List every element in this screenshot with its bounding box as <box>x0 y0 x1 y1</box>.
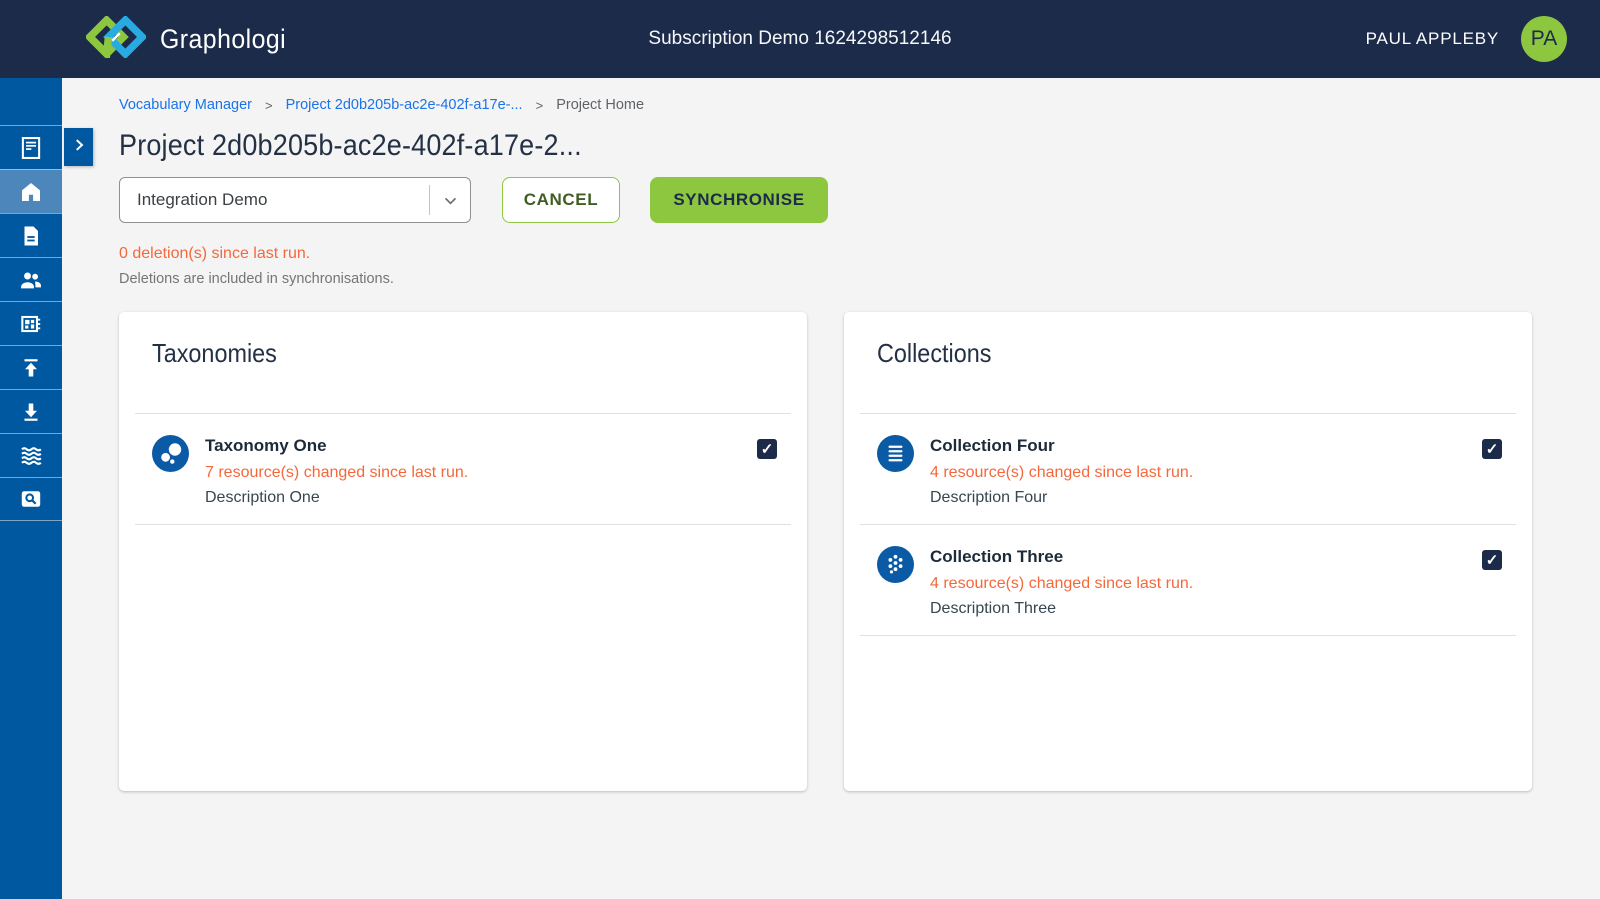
people-icon <box>18 267 44 293</box>
collections-card: Collections Collection Four 4 resource(s… <box>844 312 1532 791</box>
main-content: Vocabulary Manager > Project 2d0b205b-ac… <box>62 78 1600 899</box>
item-status: 4 resource(s) changed since last run. <box>930 464 1194 481</box>
sidebar-item-people[interactable] <box>0 257 62 301</box>
list-item-collection-three[interactable]: Collection Three 4 resource(s) changed s… <box>844 525 1532 635</box>
search-icon <box>18 486 44 512</box>
sidebar-item-home[interactable] <box>0 169 62 213</box>
lines-icon <box>877 435 914 472</box>
item-description: Description One <box>205 489 320 506</box>
taxonomies-card: Taxonomies Taxonomy One 7 resource(s) ch… <box>119 312 807 791</box>
item-checkbox[interactable] <box>757 439 777 459</box>
document-icon <box>19 224 43 248</box>
deletions-notice: 0 deletion(s) since last run. <box>119 245 311 262</box>
item-checkbox[interactable] <box>1482 550 1502 570</box>
top-bar: Graphologi Subscription Demo 16242985121… <box>0 0 1600 78</box>
chevron-down-icon <box>430 192 470 209</box>
sidebar-item-board[interactable] <box>0 301 62 345</box>
list-item-collection-four[interactable]: Collection Four 4 resource(s) changed si… <box>844 414 1532 524</box>
sidebar-item-upload[interactable] <box>0 345 62 389</box>
waves-icon <box>18 442 45 469</box>
divider <box>135 524 791 525</box>
item-name: Taxonomy One <box>205 436 327 455</box>
user-name[interactable]: PAUL APPLEBY <box>1366 29 1499 49</box>
breadcrumb-separator: > <box>535 97 544 113</box>
item-name: Collection Three <box>930 547 1064 566</box>
upload-icon <box>19 356 43 380</box>
taxonomies-card-title: Taxonomies <box>152 338 277 368</box>
integration-select-value: Integration Demo <box>137 190 268 209</box>
item-description: Description Four <box>930 489 1048 506</box>
breadcrumb-project[interactable]: Project 2d0b205b-ac2e-402f-a17e-... <box>286 97 523 113</box>
divider <box>860 635 1516 636</box>
sidebar <box>0 78 62 899</box>
cards-row: Taxonomies Taxonomy One 7 resource(s) ch… <box>119 312 1532 791</box>
app-window: Graphologi Subscription Demo 16242985121… <box>0 0 1600 899</box>
controls-row: Integration Demo CANCEL SYNCHRONISE <box>119 177 1532 223</box>
list-item-taxonomy-one[interactable]: Taxonomy One 7 resource(s) changed since… <box>119 414 807 524</box>
item-status: 4 resource(s) changed since last run. <box>930 575 1194 592</box>
breadcrumb-vocabulary-manager[interactable]: Vocabulary Manager <box>119 97 252 113</box>
deletions-subtext: Deletions are included in synchronisatio… <box>119 271 394 287</box>
board-icon <box>18 311 44 337</box>
page-title: Project 2d0b205b-ac2e-402f-a17e-2... <box>119 129 582 162</box>
breadcrumb-project-home: Project Home <box>556 97 645 113</box>
brand-name: Graphologi <box>160 23 287 54</box>
avatar[interactable]: PA <box>1521 16 1567 62</box>
home-icon <box>19 180 43 204</box>
sidebar-item-vocabularies[interactable] <box>0 125 62 169</box>
download-icon <box>19 400 43 424</box>
sidebar-item-download[interactable] <box>0 389 62 433</box>
item-checkbox[interactable] <box>1482 439 1502 459</box>
breadcrumb-separator: > <box>265 97 273 113</box>
sidebar-item-search[interactable] <box>0 477 62 521</box>
synchronise-button[interactable]: SYNCHRONISE <box>650 177 828 223</box>
integration-select[interactable]: Integration Demo <box>119 177 471 223</box>
item-description: Description Three <box>930 600 1056 617</box>
brand-logo[interactable]: Graphologi <box>84 14 297 63</box>
graphologi-logo-icon <box>84 14 148 63</box>
item-status: 7 resource(s) changed since last run. <box>205 464 469 481</box>
bubbles-icon <box>152 435 189 472</box>
sidebar-item-documents[interactable] <box>0 213 62 257</box>
sidebar-item-waves[interactable] <box>0 433 62 477</box>
journal-icon <box>18 135 44 161</box>
dots-icon <box>877 546 914 583</box>
breadcrumb: Vocabulary Manager > Project 2d0b205b-ac… <box>119 97 1532 113</box>
cancel-button[interactable]: CANCEL <box>502 177 620 223</box>
collections-card-title: Collections <box>877 338 992 368</box>
item-name: Collection Four <box>930 436 1055 455</box>
